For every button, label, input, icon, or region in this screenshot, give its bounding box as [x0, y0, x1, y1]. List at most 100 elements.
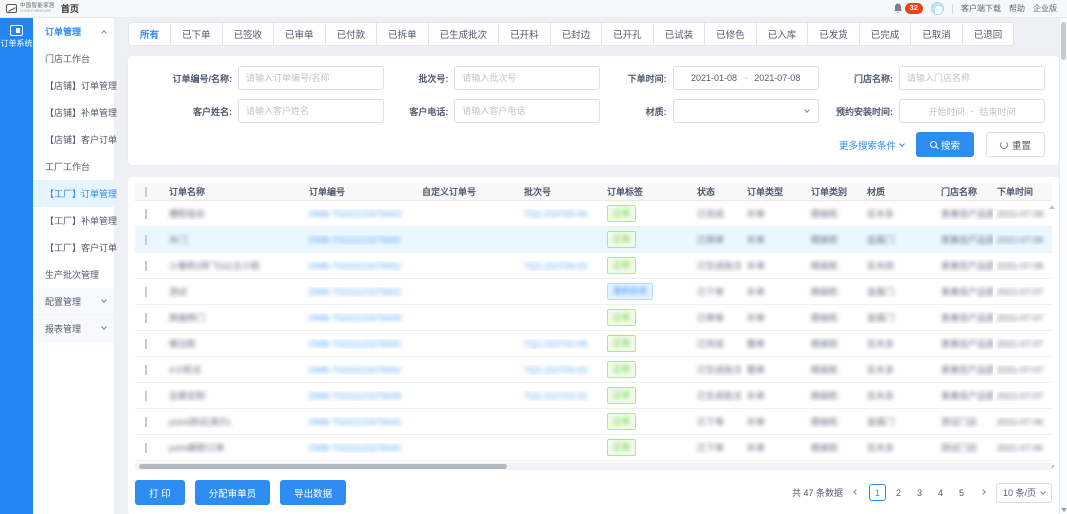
- row-checkbox[interactable]: [145, 417, 147, 427]
- page-scroll-down-arrow[interactable]: [1061, 508, 1067, 512]
- home-nav[interactable]: 首页: [61, 2, 79, 15]
- page-size-select[interactable]: 10 条/页: [996, 483, 1052, 503]
- print-button[interactable]: 打 印: [135, 480, 185, 505]
- help-link[interactable]: 帮助: [1009, 3, 1025, 14]
- rail-item-order-system[interactable]: 订单系统: [0, 18, 33, 49]
- batch-no-link[interactable]: TQ1-210702-01: [520, 391, 603, 401]
- tab-4[interactable]: 已付款: [325, 23, 377, 45]
- table-row[interactable]: 木门DMB-70211121675660正单已审单补单精装柜金属门意美佳产品部2…: [135, 227, 1052, 253]
- batch-no-link[interactable]: TQ1-210706-02: [520, 261, 603, 271]
- sidebar-item-0-6[interactable]: 【工厂】补单管理: [33, 207, 114, 234]
- export-data-button[interactable]: 导出数据: [280, 480, 346, 505]
- page-button-5[interactable]: 5: [953, 484, 970, 501]
- tab-14[interactable]: 已完成: [859, 23, 911, 45]
- order-no-link[interactable]: DMB-70211121675658: [305, 313, 418, 323]
- order-no-link[interactable]: DMB-70211121675650: [305, 365, 418, 375]
- page-button-4[interactable]: 4: [932, 484, 949, 501]
- order-no-input[interactable]: [238, 66, 384, 90]
- row-checkbox[interactable]: [145, 391, 147, 401]
- order-no-link[interactable]: DMB-70211121675648: [305, 391, 418, 401]
- tab-0[interactable]: 所有: [129, 23, 170, 45]
- store-name-input[interactable]: [899, 66, 1045, 90]
- table-row[interactable]: point橱柜订单DMB-70211121675640正单已下单补单精装柜实木多…: [135, 435, 1052, 461]
- page-button-2[interactable]: 2: [890, 484, 907, 501]
- table-row[interactable]: 槽柜组合DMB-70211121675663TQ1-210705-06正单已完成…: [135, 201, 1052, 227]
- sidebar-item-0-0[interactable]: 门店工作台: [33, 45, 114, 72]
- order-no-link[interactable]: DMB-70211121675663: [305, 209, 418, 219]
- tab-11[interactable]: 已修色: [704, 23, 756, 45]
- sidebar-item-0-7[interactable]: 【工厂】客户订单: [33, 234, 114, 261]
- tab-5[interactable]: 已拆单: [376, 23, 428, 45]
- tab-2[interactable]: 已签收: [222, 23, 274, 45]
- enterprise-link[interactable]: 企业版: [1033, 3, 1057, 14]
- page-scrollbar[interactable]: [1059, 18, 1067, 514]
- tab-15[interactable]: 已取消: [910, 23, 962, 45]
- assign-reviewer-button[interactable]: 分配审单员: [195, 480, 271, 505]
- tab-16[interactable]: 已退回: [962, 23, 1014, 45]
- row-checkbox[interactable]: [145, 443, 147, 453]
- sidebar-item-0-5[interactable]: 【工厂】订单管理: [33, 180, 114, 207]
- notifications-button[interactable]: 32: [893, 3, 923, 14]
- sidebar-group-0[interactable]: 订单管理: [33, 18, 114, 45]
- tab-3[interactable]: 已审单: [273, 23, 325, 45]
- sidebar-item-0-8[interactable]: 生产批次管理: [33, 261, 114, 288]
- table-row[interactable]: 两扇移门DMB-70211121675658正单已审单补单精装柜金属门意美佳产品…: [135, 305, 1052, 331]
- row-checkbox[interactable]: [145, 287, 147, 297]
- row-checkbox[interactable]: [145, 209, 147, 219]
- order-no-link[interactable]: DMB-70211121675661: [305, 261, 418, 271]
- horizontal-scrollbar[interactable]: [135, 463, 1052, 470]
- page-button-1[interactable]: 1: [869, 484, 886, 501]
- customer-phone-input[interactable]: [454, 99, 600, 123]
- tab-9[interactable]: 已开孔: [601, 23, 653, 45]
- row-checkbox[interactable]: [145, 235, 147, 245]
- next-page-button[interactable]: [976, 484, 990, 502]
- sidebar-group-1[interactable]: 配置管理: [33, 288, 114, 315]
- batch-no-input[interactable]: [454, 66, 600, 90]
- order-no-link[interactable]: DMB-70211121675660: [305, 235, 418, 245]
- tab-8[interactable]: 已封边: [550, 23, 602, 45]
- customer-name-input[interactable]: [238, 99, 384, 123]
- table-row[interactable]: 测试DMB-70211121675662重新拆单已下单补单精装柜金属门意美佳产品…: [135, 279, 1052, 305]
- sidebar-item-0-1[interactable]: 【店铺】订单管理: [33, 72, 114, 99]
- order-no-link[interactable]: DMB-70211121675645: [305, 417, 418, 427]
- sidebar-item-0-2[interactable]: 【店铺】补单管理: [33, 99, 114, 126]
- tab-1[interactable]: 已下单: [170, 23, 222, 45]
- batch-no-link[interactable]: TQ1-210705-06: [520, 209, 603, 219]
- row-checkbox[interactable]: [145, 339, 147, 349]
- tab-13[interactable]: 已发货: [807, 23, 859, 45]
- order-no-link[interactable]: DMB-70211121675662: [305, 287, 418, 297]
- prev-page-button[interactable]: [849, 484, 863, 502]
- table-row[interactable]: 全屋定制DMB-70211121675648TQ1-210702-01正单已生成…: [135, 383, 1052, 409]
- select-all-checkbox[interactable]: [145, 187, 147, 197]
- install-time-range-picker[interactable]: 开始时间 - 结束时间: [899, 99, 1045, 123]
- scroll-up-arrow[interactable]: [1049, 205, 1055, 209]
- horizontal-scrollbar-thumb[interactable]: [139, 464, 507, 469]
- row-checkbox[interactable]: [145, 365, 147, 375]
- order-time-range-picker[interactable]: 2021-01-08 ~ 2021-07-08: [673, 66, 819, 90]
- material-select[interactable]: [673, 99, 819, 123]
- tab-6[interactable]: 已生成批次: [428, 23, 499, 45]
- page-button-3[interactable]: 3: [911, 484, 928, 501]
- more-filters-link[interactable]: 更多搜索条件: [839, 138, 904, 152]
- row-checkbox[interactable]: [145, 313, 147, 323]
- order-no-link[interactable]: DMB-70211121675655: [305, 339, 418, 349]
- table-row[interactable]: 小春柜2样飞3止企小柜DMB-70211121675661TQ1-210706-…: [135, 253, 1052, 279]
- batch-no-link[interactable]: TQ1-210702-06: [520, 339, 603, 349]
- tab-12[interactable]: 已入库: [756, 23, 808, 45]
- avatar[interactable]: [931, 2, 944, 15]
- order-no-link[interactable]: DMB-70211121675640: [305, 443, 418, 453]
- table-row[interactable]: 4斗柜试DMB-70211121675650TQ1-210702-02正单已生成…: [135, 357, 1052, 383]
- sidebar-item-0-4[interactable]: 工厂工作台: [33, 153, 114, 180]
- search-button[interactable]: 搜索: [916, 132, 974, 157]
- table-row[interactable]: point测试(演示)DMB-70211121675645正单已下单补单精装柜金…: [135, 409, 1052, 435]
- tab-10[interactable]: 已试装: [653, 23, 705, 45]
- client-download-link[interactable]: 客户端下载: [961, 3, 1001, 14]
- reset-button[interactable]: 重置: [986, 132, 1045, 157]
- table-row[interactable]: 餐边柜DMB-70211121675655TQ1-210702-06正单已完成整…: [135, 331, 1052, 357]
- page-scrollbar-thumb[interactable]: [1061, 22, 1066, 60]
- tab-7[interactable]: 已开料: [498, 23, 550, 45]
- sidebar-group-2[interactable]: 报表管理: [33, 315, 114, 342]
- row-checkbox[interactable]: [145, 261, 147, 271]
- batch-no-link[interactable]: TQ1-210702-02: [520, 365, 603, 375]
- sidebar-item-0-3[interactable]: 【店铺】客户订单: [33, 126, 114, 153]
